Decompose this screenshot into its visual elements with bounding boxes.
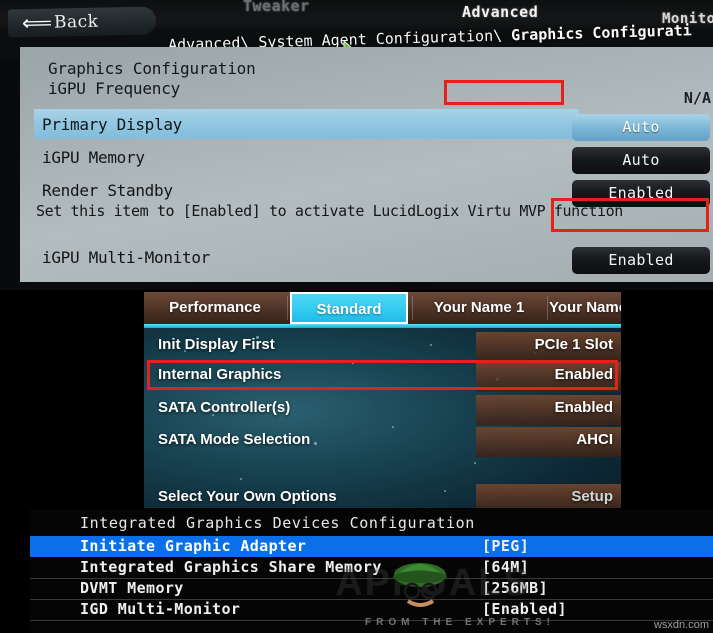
setting-label-integrated-graphics-share-memory: Integrated Graphics Share Memory [80,558,382,576]
setting-label-init-display-first: Init Display First [158,336,275,353]
bios-panel-asus-advanced: Tweaker Advanced Monitor ⟸ Back Advanced… [0,0,713,290]
setting-label-render-standby: Render Standby [42,181,173,200]
setting-label-igpu-multi-monitor: iGPU Multi-Monitor [42,248,210,267]
tab-your-name-2[interactable]: Your Name [549,292,621,324]
setting-value-sata-controllers: Enabled [554,399,613,416]
back-button-label: Back [53,11,99,33]
tab-standard[interactable]: Standard [290,292,408,324]
setting-value-igpu-multi-monitor[interactable]: Enabled [572,247,710,274]
tab-separator [547,296,548,320]
setting-row-integrated-graphics-share-memory[interactable]: Integrated Graphics Share Memory [64M] [30,557,713,579]
section-heading-igpu-frequency: iGPU Frequency [48,79,181,98]
setting-label-igpu-memory: iGPU Memory [42,148,145,167]
setting-value-select-your-own-options: Setup [571,488,613,505]
tab-tweaker[interactable]: Tweaker [243,0,310,15]
setting-label-sata-mode-selection: SATA Mode Selection [158,431,311,448]
profile-tabbar: Performance Standard Your Name 1 Your Na… [144,292,621,324]
setting-value-igd-multi-monitor: [Enabled] [482,600,567,618]
setting-value-dvmt-memory: [256MB] [482,579,549,597]
setting-label-igd-multi-monitor: IGD Multi-Monitor [80,600,241,618]
section-title-integrated-graphics: Integrated Graphics Devices Configuratio… [80,514,475,532]
setting-value-init-display-first: PCIe 1 Slot [534,336,613,353]
bios-panel-legacy-integrated-graphics: Integrated Graphics Devices Configuratio… [30,509,713,633]
igpu-frequency-value: N/A [683,89,711,107]
setting-label-select-your-own-options: Select Your Own Options [158,488,337,505]
annotation-box-igd-multi-monitor [444,80,564,105]
back-button[interactable]: ⟸ Back [7,6,157,38]
setting-row-dvmt-memory[interactable]: DVMT Memory [256MB] [30,578,713,600]
setting-row-sata-mode-selection[interactable]: SATA Mode Selection AHCI [144,427,621,457]
setting-row-init-display-first[interactable]: Init Display First PCIe 1 Slot [144,332,621,362]
setting-value-initiate-graphic-adapter: [PEG] [482,537,530,555]
tab-performance[interactable]: Performance [146,292,284,324]
tab-underline [144,324,621,328]
tab-your-name-1[interactable]: Your Name 1 [414,292,544,324]
tab-separator [287,296,288,320]
setting-label-initiate-graphic-adapter: Initiate Graphic Adapter [80,537,307,555]
annotation-box-internal-graphics [147,360,618,390]
watermark-site: wsxdn.com [653,619,709,631]
setting-value-integrated-graphics-share-memory: [64M] [482,558,530,576]
setting-row-select-your-own-options[interactable]: Select Your Own Options Setup [144,484,621,508]
setting-label-sata-controllers: SATA Controller(s) [158,399,291,416]
watermark-tagline: FROM THE EXPERTS! [364,617,555,628]
section-heading-graphics-configuration: Graphics Configuration [48,59,256,78]
tab-advanced[interactable]: Advanced [462,3,538,21]
bios-settings-body: Graphics Configuration iGPU Frequency N/… [20,47,713,282]
setting-value-sata-mode-selection: AHCI [576,431,613,448]
setting-label-primary-display: Primary Display [42,115,182,134]
back-arrow-icon: ⟸ [21,10,53,36]
bios-panel-gigabyte-standard: Performance Standard Your Name 1 Your Na… [144,292,621,508]
help-text: Set this item to [Enabled] to activate L… [36,202,623,220]
annotation-box-igpu-multi-monitor [551,198,709,232]
setting-row-initiate-graphic-adapter[interactable]: Initiate Graphic Adapter [PEG] [30,536,713,557]
tab-separator [412,296,413,320]
setting-row-sata-controllers[interactable]: SATA Controller(s) Enabled [144,395,621,425]
setting-value-igpu-memory[interactable]: Auto [572,147,710,174]
setting-value-primary-display[interactable]: Auto [572,114,710,141]
setting-label-dvmt-memory: DVMT Memory [80,579,184,597]
